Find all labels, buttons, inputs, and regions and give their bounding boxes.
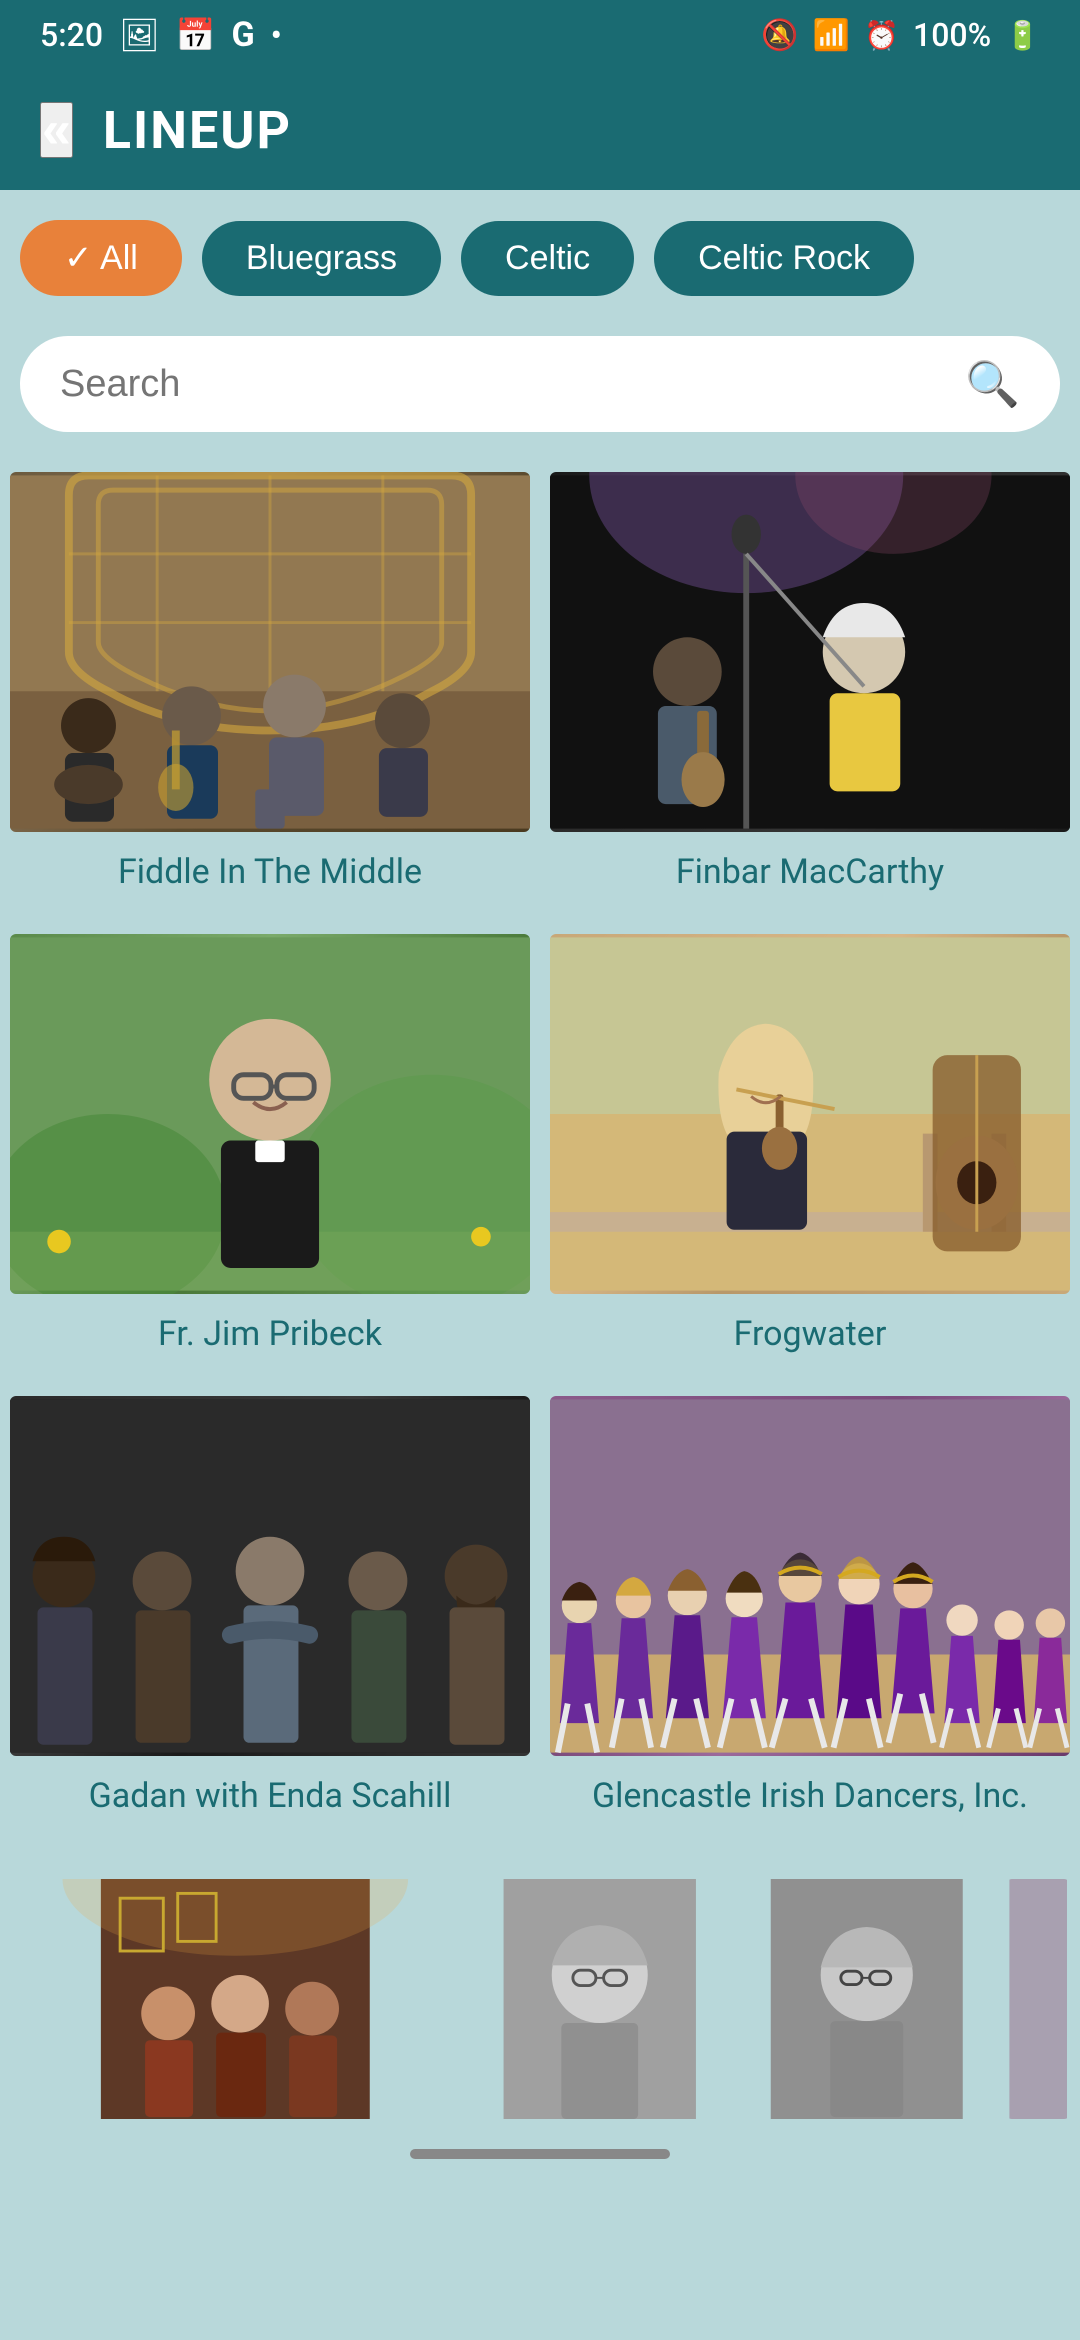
partial-card-far-right[interactable]: [1006, 1879, 1070, 2119]
artist-photo-fiddle: [10, 472, 530, 832]
partial-artist-row: [0, 1869, 1080, 2129]
status-right: 🔕 📶 ⏰ 100% 🔋: [761, 16, 1040, 54]
artist-name-finbar: Finbar MacCarthy: [676, 850, 944, 894]
page-title: LINEUP: [103, 100, 292, 161]
search-icon: 🔍: [965, 358, 1020, 410]
filter-row: ✓ All Bluegrass Celtic Celtic Rock: [0, 190, 1080, 326]
photo-icon: 🖼: [119, 16, 160, 54]
search-bar: 🔍: [20, 336, 1060, 432]
mute-icon: 🔕: [761, 18, 798, 53]
g-icon: G: [231, 15, 254, 55]
status-bar: 5:20 🖼 📅 G • 🔕 📶 ⏰ 100% 🔋: [0, 0, 1080, 70]
artist-name-gadan: Gadan with Enda Scahill: [89, 1774, 452, 1818]
artist-image-glencastle: [550, 1396, 1070, 1756]
artist-photo-frogwater: [550, 934, 1070, 1294]
artist-card-fr-jim-pribeck[interactable]: Fr. Jim Pribeck: [0, 924, 540, 1386]
filter-bluegrass[interactable]: Bluegrass: [202, 221, 441, 296]
wifi-icon: 📶: [813, 18, 850, 53]
artist-card-finbar-maccarthy[interactable]: Finbar MacCarthy: [540, 462, 1080, 924]
artist-name-fiddle: Fiddle In The Middle: [118, 850, 422, 894]
scroll-indicator: [0, 2129, 1080, 2189]
search-input[interactable]: [60, 363, 945, 406]
time-display: 5:20: [40, 16, 103, 54]
partial-card-mid[interactable]: [471, 1879, 729, 2119]
artist-card-frogwater[interactable]: Frogwater: [540, 924, 1080, 1386]
search-container: 🔍: [0, 326, 1080, 462]
partial-card-left[interactable]: [10, 1879, 461, 2119]
artist-photo-frjim: [10, 934, 530, 1294]
partial-card-right[interactable]: [738, 1879, 996, 2119]
artist-name-glencastle: Glencastle Irish Dancers, Inc.: [592, 1774, 1028, 1818]
app-header: « LINEUP: [0, 70, 1080, 190]
calendar-icon: 📅: [176, 16, 216, 54]
artist-card-gadan[interactable]: Gadan with Enda Scahill: [0, 1386, 540, 1848]
scroll-bar: [410, 2149, 670, 2159]
artist-card-glencastle[interactable]: Glencastle Irish Dancers, Inc.: [540, 1386, 1080, 1848]
artist-image-frjim: [10, 934, 530, 1294]
artist-image-frogwater: [550, 934, 1070, 1294]
filter-celtic-rock[interactable]: Celtic Rock: [654, 221, 914, 296]
artist-image-finbar: [550, 472, 1070, 832]
alarm-icon: ⏰: [864, 19, 899, 52]
battery-icon: 🔋: [1005, 19, 1040, 52]
artist-photo-glencastle: [550, 1396, 1070, 1756]
battery-label: 100%: [913, 16, 991, 54]
filter-celtic[interactable]: Celtic: [461, 221, 634, 296]
artist-name-frjim: Fr. Jim Pribeck: [158, 1312, 382, 1356]
back-button[interactable]: «: [40, 102, 73, 158]
artist-name-frogwater: Frogwater: [734, 1312, 887, 1356]
dot-icon: •: [271, 16, 282, 54]
artist-photo-gadan: [10, 1396, 530, 1756]
artist-photo-finbar: [550, 472, 1070, 832]
filter-all[interactable]: ✓ All: [20, 220, 182, 296]
artist-card-fiddle-in-the-middle[interactable]: Fiddle In The Middle: [0, 462, 540, 924]
artist-grid: Fiddle In The Middle: [0, 462, 1080, 1869]
artist-image-fiddle: [10, 472, 530, 832]
artist-image-gadan: [10, 1396, 530, 1756]
status-left: 5:20 🖼 📅 G •: [40, 15, 282, 55]
